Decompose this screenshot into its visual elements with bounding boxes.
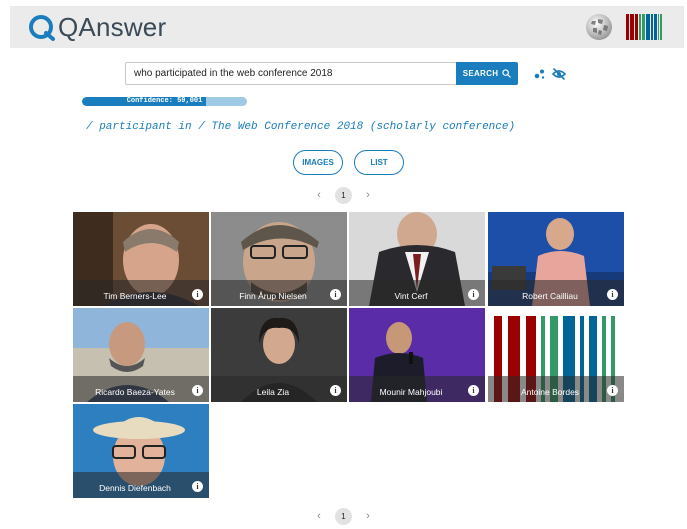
info-icon[interactable]: i xyxy=(330,289,341,300)
result-card[interactable]: Mounir Mahjoubi i xyxy=(349,308,485,402)
confidence-label: Confidence: 59,001 xyxy=(126,97,203,105)
page-1-button[interactable]: 1 xyxy=(335,507,352,525)
info-icon[interactable]: i xyxy=(468,385,479,396)
result-card[interactable]: Robert Cailliau i xyxy=(488,212,624,306)
info-icon[interactable]: i xyxy=(607,289,618,300)
info-icon[interactable]: i xyxy=(468,289,479,300)
result-card[interactable]: Vint Cerf i xyxy=(349,212,485,306)
search-button-label: SEARCH xyxy=(462,69,499,78)
result-card[interactable]: Tim Berners-Lee i xyxy=(73,212,209,306)
result-name: Tim Berners-Lee xyxy=(103,291,167,301)
app-header: QAnswer xyxy=(10,6,684,48)
result-name: Dennis Diefenbach xyxy=(99,483,171,493)
info-icon[interactable]: i xyxy=(192,481,203,492)
answer-path[interactable]: / participant in / The Web Conference 20… xyxy=(86,121,515,133)
info-icon[interactable]: i xyxy=(607,385,618,396)
page-1-button[interactable]: 1 xyxy=(335,186,352,204)
next-page-button[interactable]: › xyxy=(362,507,374,525)
qanswer-logo-icon xyxy=(29,15,55,41)
result-name: Ricardo Baeza-Yates xyxy=(95,387,175,397)
confidence-bar: Confidence: 59,001 xyxy=(82,97,247,106)
result-card[interactable]: Dennis Diefenbach i xyxy=(73,404,209,498)
visibility-off-icon[interactable] xyxy=(552,67,566,81)
result-name: Robert Cailliau xyxy=(522,291,578,301)
prev-page-button[interactable]: ‹ xyxy=(313,507,325,525)
result-name: Antoine Bordes xyxy=(520,387,580,397)
result-card[interactable]: Leila Zia i xyxy=(211,308,347,402)
result-name: Finn Årup Nielsen xyxy=(239,291,307,301)
feedback-icon[interactable] xyxy=(532,67,546,81)
prev-page-button[interactable]: ‹ xyxy=(313,186,325,204)
result-name: Mounir Mahjoubi xyxy=(379,387,443,397)
search-input[interactable] xyxy=(125,62,457,85)
info-icon[interactable]: i xyxy=(330,385,341,396)
info-icon[interactable]: i xyxy=(192,289,203,300)
result-card[interactable]: Finn Årup Nielsen i xyxy=(211,212,347,306)
list-view-button[interactable]: LIST xyxy=(354,150,404,175)
search-button[interactable]: SEARCH xyxy=(456,62,518,85)
info-icon[interactable]: i xyxy=(192,385,203,396)
search-icon xyxy=(502,69,511,78)
qanswer-logo[interactable]: QAnswer xyxy=(28,10,166,44)
result-name: Vint Cerf xyxy=(394,291,428,301)
result-name: Leila Zia xyxy=(256,387,290,397)
pagination-bottom: ‹ 1 › xyxy=(0,507,687,525)
result-card[interactable]: Ricardo Baeza-Yates i xyxy=(73,308,209,402)
logo-text: QAnswer xyxy=(58,12,167,42)
result-card[interactable]: Antoine Bordes i xyxy=(488,308,624,402)
pagination-top: ‹ 1 › xyxy=(0,186,687,204)
next-page-button[interactable]: › xyxy=(362,186,374,204)
wikipedia-globe-icon[interactable] xyxy=(584,12,614,42)
wikidata-logo-icon[interactable] xyxy=(626,14,662,40)
images-view-button[interactable]: IMAGES xyxy=(293,150,343,175)
